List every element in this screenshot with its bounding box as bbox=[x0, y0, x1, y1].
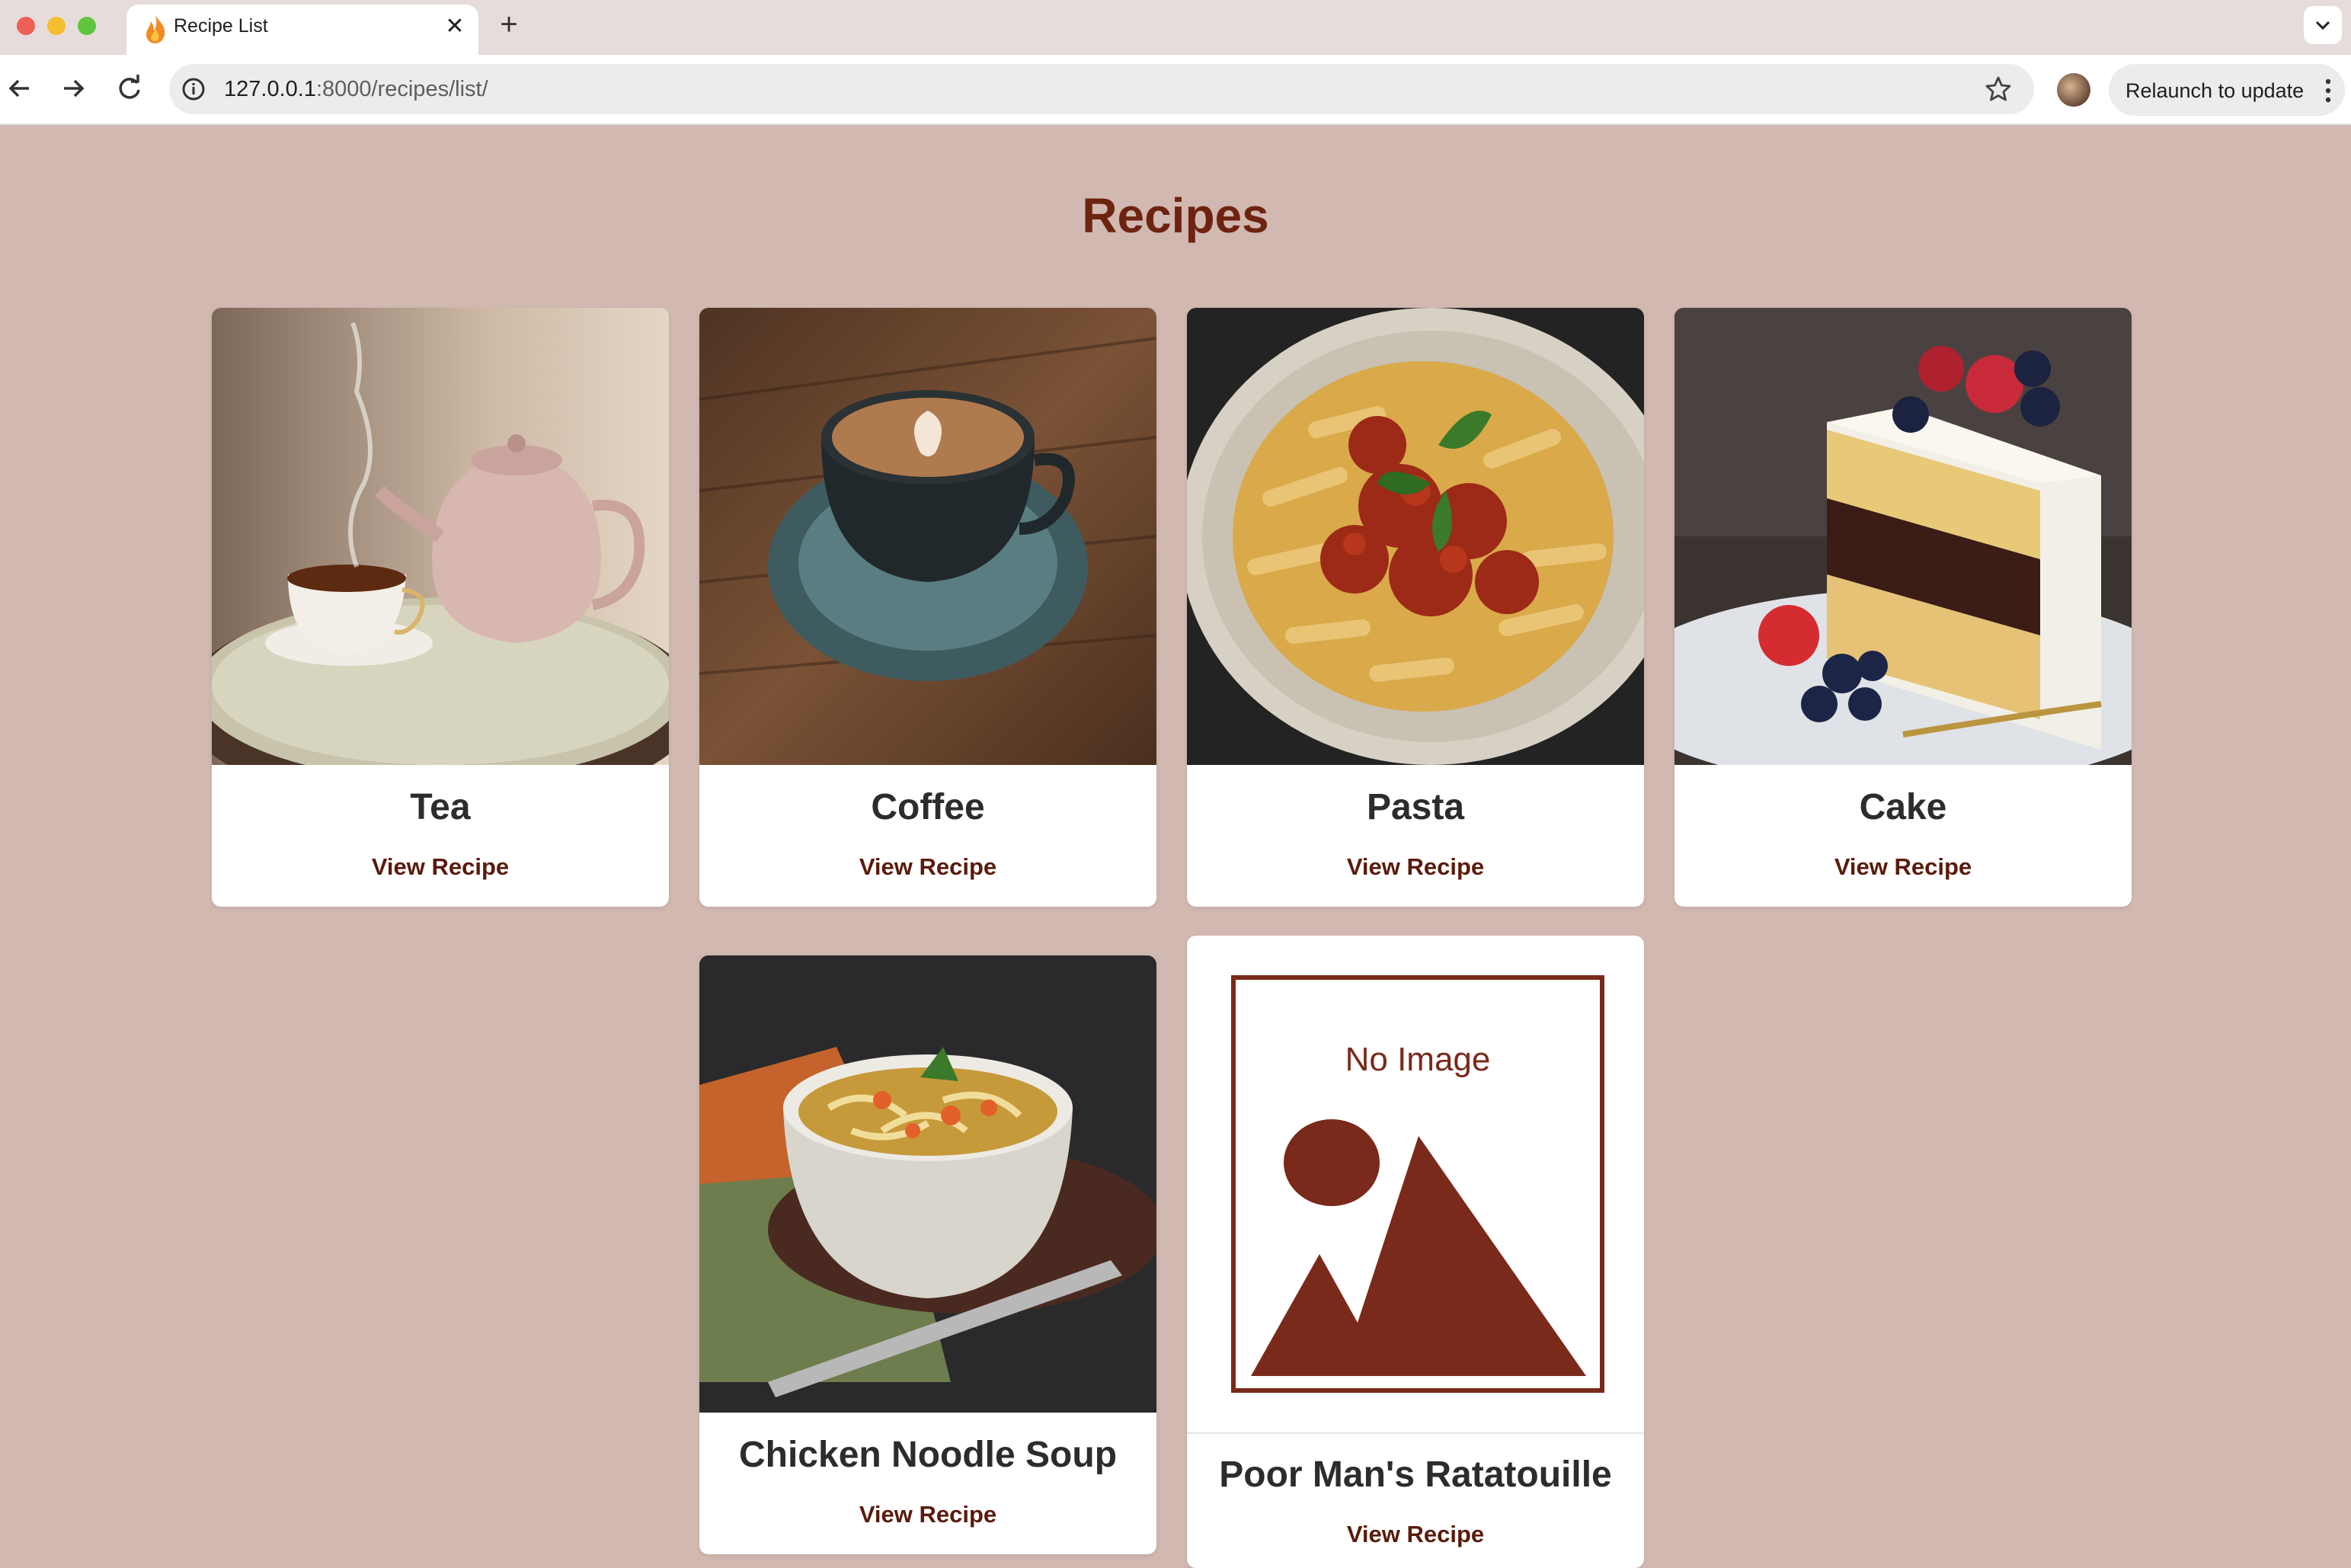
view-recipe-link[interactable]: View Recipe bbox=[1674, 853, 2132, 881]
relaunch-label: Relaunch to update bbox=[2125, 79, 2305, 102]
tab-close-icon[interactable]: ✕ bbox=[442, 14, 468, 40]
bookmark-star-icon[interactable] bbox=[1984, 75, 2013, 104]
recipe-card: Coffee View Recipe bbox=[699, 308, 1156, 907]
reload-button[interactable] bbox=[111, 70, 148, 107]
recipe-name: Chicken Noodle Soup bbox=[738, 1435, 1118, 1475]
more-vert-icon[interactable] bbox=[2324, 78, 2333, 104]
landscape-placeholder-icon bbox=[1251, 1119, 1586, 1376]
url-text: 127.0.0.1:8000/recipes/list/ bbox=[224, 77, 488, 101]
relaunch-to-update-button[interactable]: Relaunch to update bbox=[2109, 64, 2345, 116]
recipe-card: No Image Poor Man's Ratatouille View Rec… bbox=[1187, 936, 1644, 1568]
reload-icon bbox=[119, 75, 140, 99]
tab-search-button[interactable] bbox=[2304, 6, 2342, 44]
profile-avatar[interactable] bbox=[2057, 73, 2090, 107]
window-close-button[interactable] bbox=[17, 17, 35, 35]
recipe-name: Coffee bbox=[871, 787, 985, 827]
pasta-photo bbox=[1187, 308, 1644, 765]
address-bar[interactable]: 127.0.0.1:8000/recipes/list/ bbox=[169, 64, 2034, 114]
back-button[interactable] bbox=[2, 70, 38, 107]
view-recipe-link[interactable]: View Recipe bbox=[1187, 1521, 1644, 1548]
no-image-placeholder: No Image bbox=[1231, 975, 1604, 1393]
card-divider bbox=[1187, 1432, 1644, 1434]
recipe-name: Poor Man's Ratatouille bbox=[1219, 1454, 1612, 1495]
soup-photo bbox=[699, 955, 1156, 1413]
browser-tab-active[interactable]: Recipe List ✕ bbox=[126, 5, 478, 55]
recipe-name: Pasta bbox=[1366, 787, 1465, 827]
browser-tab-bar: Recipe List ✕ + bbox=[0, 0, 2351, 55]
view-recipe-link[interactable]: View Recipe bbox=[699, 853, 1156, 881]
page-title: Recipes bbox=[1082, 188, 1269, 243]
recipe-card: Pasta View Recipe bbox=[1187, 308, 1644, 907]
window-maximize-button[interactable] bbox=[78, 17, 96, 35]
recipe-name: Tea bbox=[410, 787, 471, 827]
coffee-photo bbox=[699, 308, 1156, 765]
new-tab-button[interactable]: + bbox=[495, 8, 523, 41]
recipe-card: Chicken Noodle Soup View Recipe bbox=[699, 955, 1156, 1554]
forward-button[interactable] bbox=[55, 70, 91, 107]
recipe-card: Cake View Recipe bbox=[1674, 308, 2132, 907]
recipe-card: Tea View Recipe bbox=[212, 308, 669, 907]
chevron-down-icon bbox=[2315, 21, 2330, 30]
flame-icon bbox=[146, 15, 165, 43]
view-recipe-link[interactable]: View Recipe bbox=[699, 1501, 1156, 1528]
page-content: Recipes Tea View Recipe Coffee View Reci… bbox=[0, 125, 2351, 1568]
recipe-name: Cake bbox=[1859, 787, 1947, 827]
site-info-icon[interactable] bbox=[180, 75, 207, 103]
window-minimize-button[interactable] bbox=[47, 17, 66, 35]
view-recipe-link[interactable]: View Recipe bbox=[1187, 853, 1644, 881]
tab-title: Recipe List bbox=[174, 15, 268, 37]
arrow-right-icon bbox=[64, 79, 85, 98]
arrow-left-icon bbox=[8, 79, 29, 98]
tea-photo bbox=[212, 308, 669, 765]
cake-photo bbox=[1674, 308, 2132, 765]
view-recipe-link[interactable]: View Recipe bbox=[212, 853, 669, 881]
browser-toolbar: 127.0.0.1:8000/recipes/list/ Relaunch to… bbox=[0, 55, 2351, 125]
